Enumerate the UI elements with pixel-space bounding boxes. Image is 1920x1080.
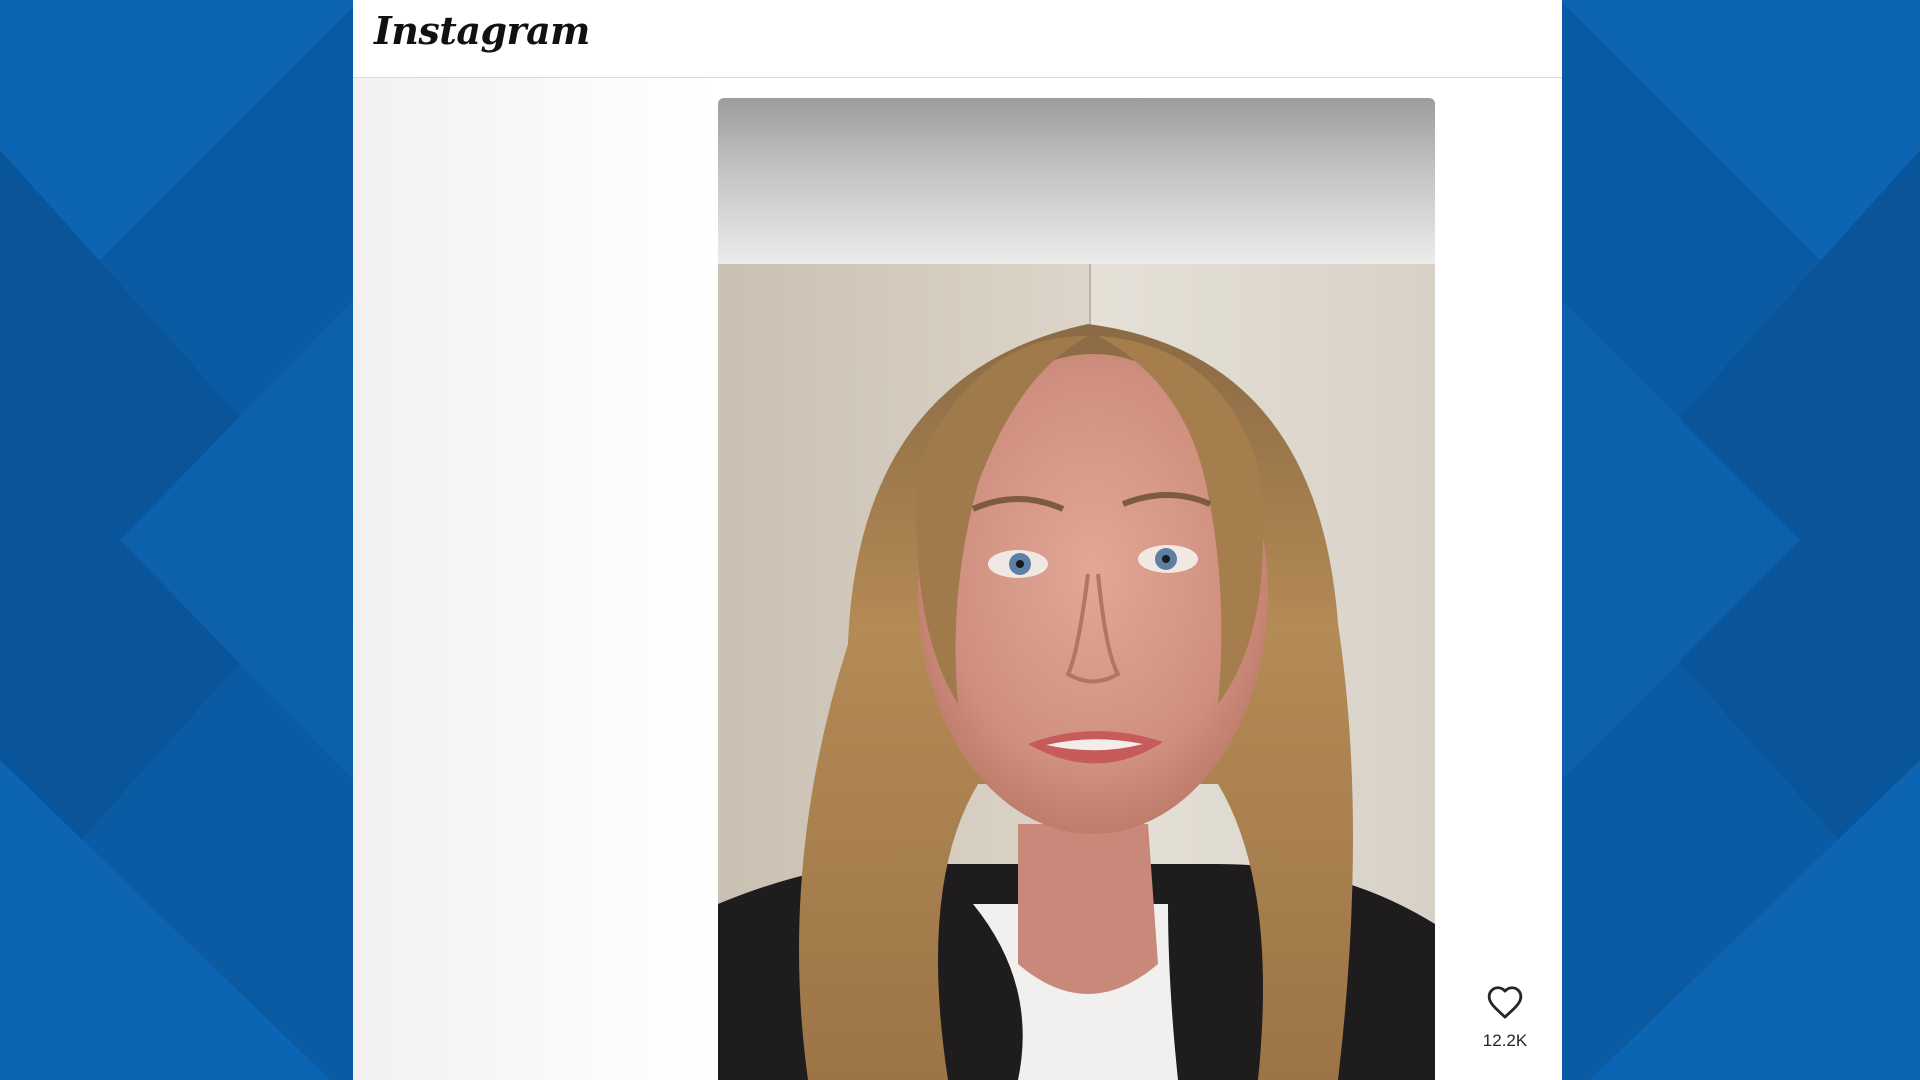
instagram-header: Instagram [353, 0, 1562, 78]
like-count: 12.2K [1482, 1031, 1528, 1050]
post-video[interactable] [718, 98, 1435, 1080]
video-top-gradient [718, 98, 1435, 264]
heart-icon [1487, 986, 1523, 1019]
video-still-woman-speaking [718, 264, 1435, 1080]
like-button[interactable]: 12.2K [1465, 984, 1545, 1054]
broadcast-frame: Instagram 12.2K [0, 0, 1920, 1080]
instagram-embed: Instagram 12.2K [353, 0, 1562, 1080]
instagram-logo[interactable]: Instagram [374, 8, 590, 53]
